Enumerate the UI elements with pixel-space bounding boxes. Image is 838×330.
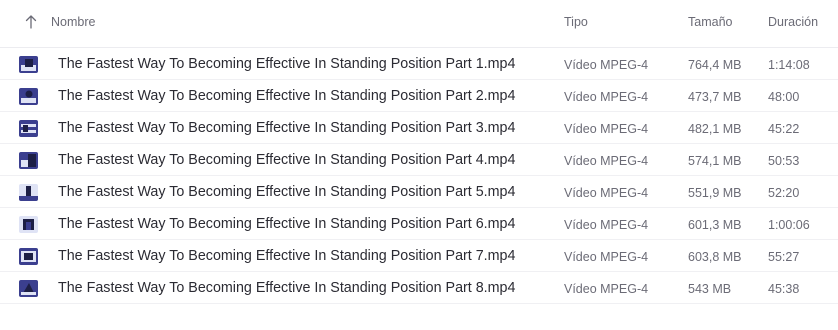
arrow-up-icon[interactable] [23, 13, 39, 31]
column-header-row: Nombre Tipo Tamaño Duración [0, 0, 838, 48]
file-duration: 55:27 [768, 250, 800, 264]
file-name: The Fastest Way To Becoming Effective In… [58, 88, 516, 104]
file-row[interactable]: The Fastest Way To Becoming Effective In… [0, 272, 838, 304]
file-duration: 52:20 [768, 186, 800, 200]
file-duration: 50:53 [768, 154, 800, 168]
file-name: The Fastest Way To Becoming Effective In… [58, 184, 516, 200]
file-type: Vídeo MPEG-4 [564, 186, 649, 200]
file-type: Vídeo MPEG-4 [564, 250, 649, 264]
video-thumbnail-icon [19, 184, 38, 201]
file-type: Vídeo MPEG-4 [564, 218, 649, 232]
file-size: 764,4 MB [688, 58, 742, 72]
file-type: Vídeo MPEG-4 [564, 90, 649, 104]
file-size: 603,8 MB [688, 250, 742, 264]
file-duration: 1:00:06 [768, 218, 810, 232]
file-name: The Fastest Way To Becoming Effective In… [58, 152, 516, 168]
file-duration: 45:22 [768, 122, 800, 136]
video-thumbnail-icon [19, 216, 38, 233]
video-thumbnail-icon [19, 88, 38, 105]
file-row[interactable]: The Fastest Way To Becoming Effective In… [0, 208, 838, 240]
file-duration: 48:00 [768, 90, 800, 104]
video-thumbnail-icon [19, 56, 38, 73]
file-rows: The Fastest Way To Becoming Effective In… [0, 48, 838, 304]
file-type: Vídeo MPEG-4 [564, 122, 649, 136]
file-row[interactable]: The Fastest Way To Becoming Effective In… [0, 176, 838, 208]
file-size: 551,9 MB [688, 186, 742, 200]
column-header-size[interactable]: Tamaño [688, 15, 732, 29]
file-duration: 45:38 [768, 282, 800, 296]
file-duration: 1:14:08 [768, 58, 810, 72]
file-type: Vídeo MPEG-4 [564, 282, 649, 296]
file-name: The Fastest Way To Becoming Effective In… [58, 56, 516, 72]
column-header-type[interactable]: Tipo [564, 15, 588, 29]
file-size: 543 MB [688, 282, 732, 296]
file-name: The Fastest Way To Becoming Effective In… [58, 216, 516, 232]
file-name: The Fastest Way To Becoming Effective In… [58, 248, 516, 264]
file-size: 601,3 MB [688, 218, 742, 232]
column-header-name[interactable]: Nombre [51, 15, 95, 29]
file-type: Vídeo MPEG-4 [564, 154, 649, 168]
file-type: Vídeo MPEG-4 [564, 58, 649, 72]
file-size: 482,1 MB [688, 122, 742, 136]
video-thumbnail-icon [19, 248, 38, 265]
file-size: 473,7 MB [688, 90, 742, 104]
file-row[interactable]: The Fastest Way To Becoming Effective In… [0, 112, 838, 144]
video-thumbnail-icon [19, 120, 38, 137]
column-header-duration[interactable]: Duración [768, 15, 818, 29]
file-row[interactable]: The Fastest Way To Becoming Effective In… [0, 48, 838, 80]
file-row[interactable]: The Fastest Way To Becoming Effective In… [0, 144, 838, 176]
file-row[interactable]: The Fastest Way To Becoming Effective In… [0, 80, 838, 112]
video-thumbnail-icon [19, 280, 38, 297]
file-name: The Fastest Way To Becoming Effective In… [58, 280, 516, 296]
file-list: Nombre Tipo Tamaño Duración The Fastest … [0, 0, 838, 330]
file-row[interactable]: The Fastest Way To Becoming Effective In… [0, 240, 838, 272]
video-thumbnail-icon [19, 152, 38, 169]
file-size: 574,1 MB [688, 154, 742, 168]
file-name: The Fastest Way To Becoming Effective In… [58, 120, 516, 136]
